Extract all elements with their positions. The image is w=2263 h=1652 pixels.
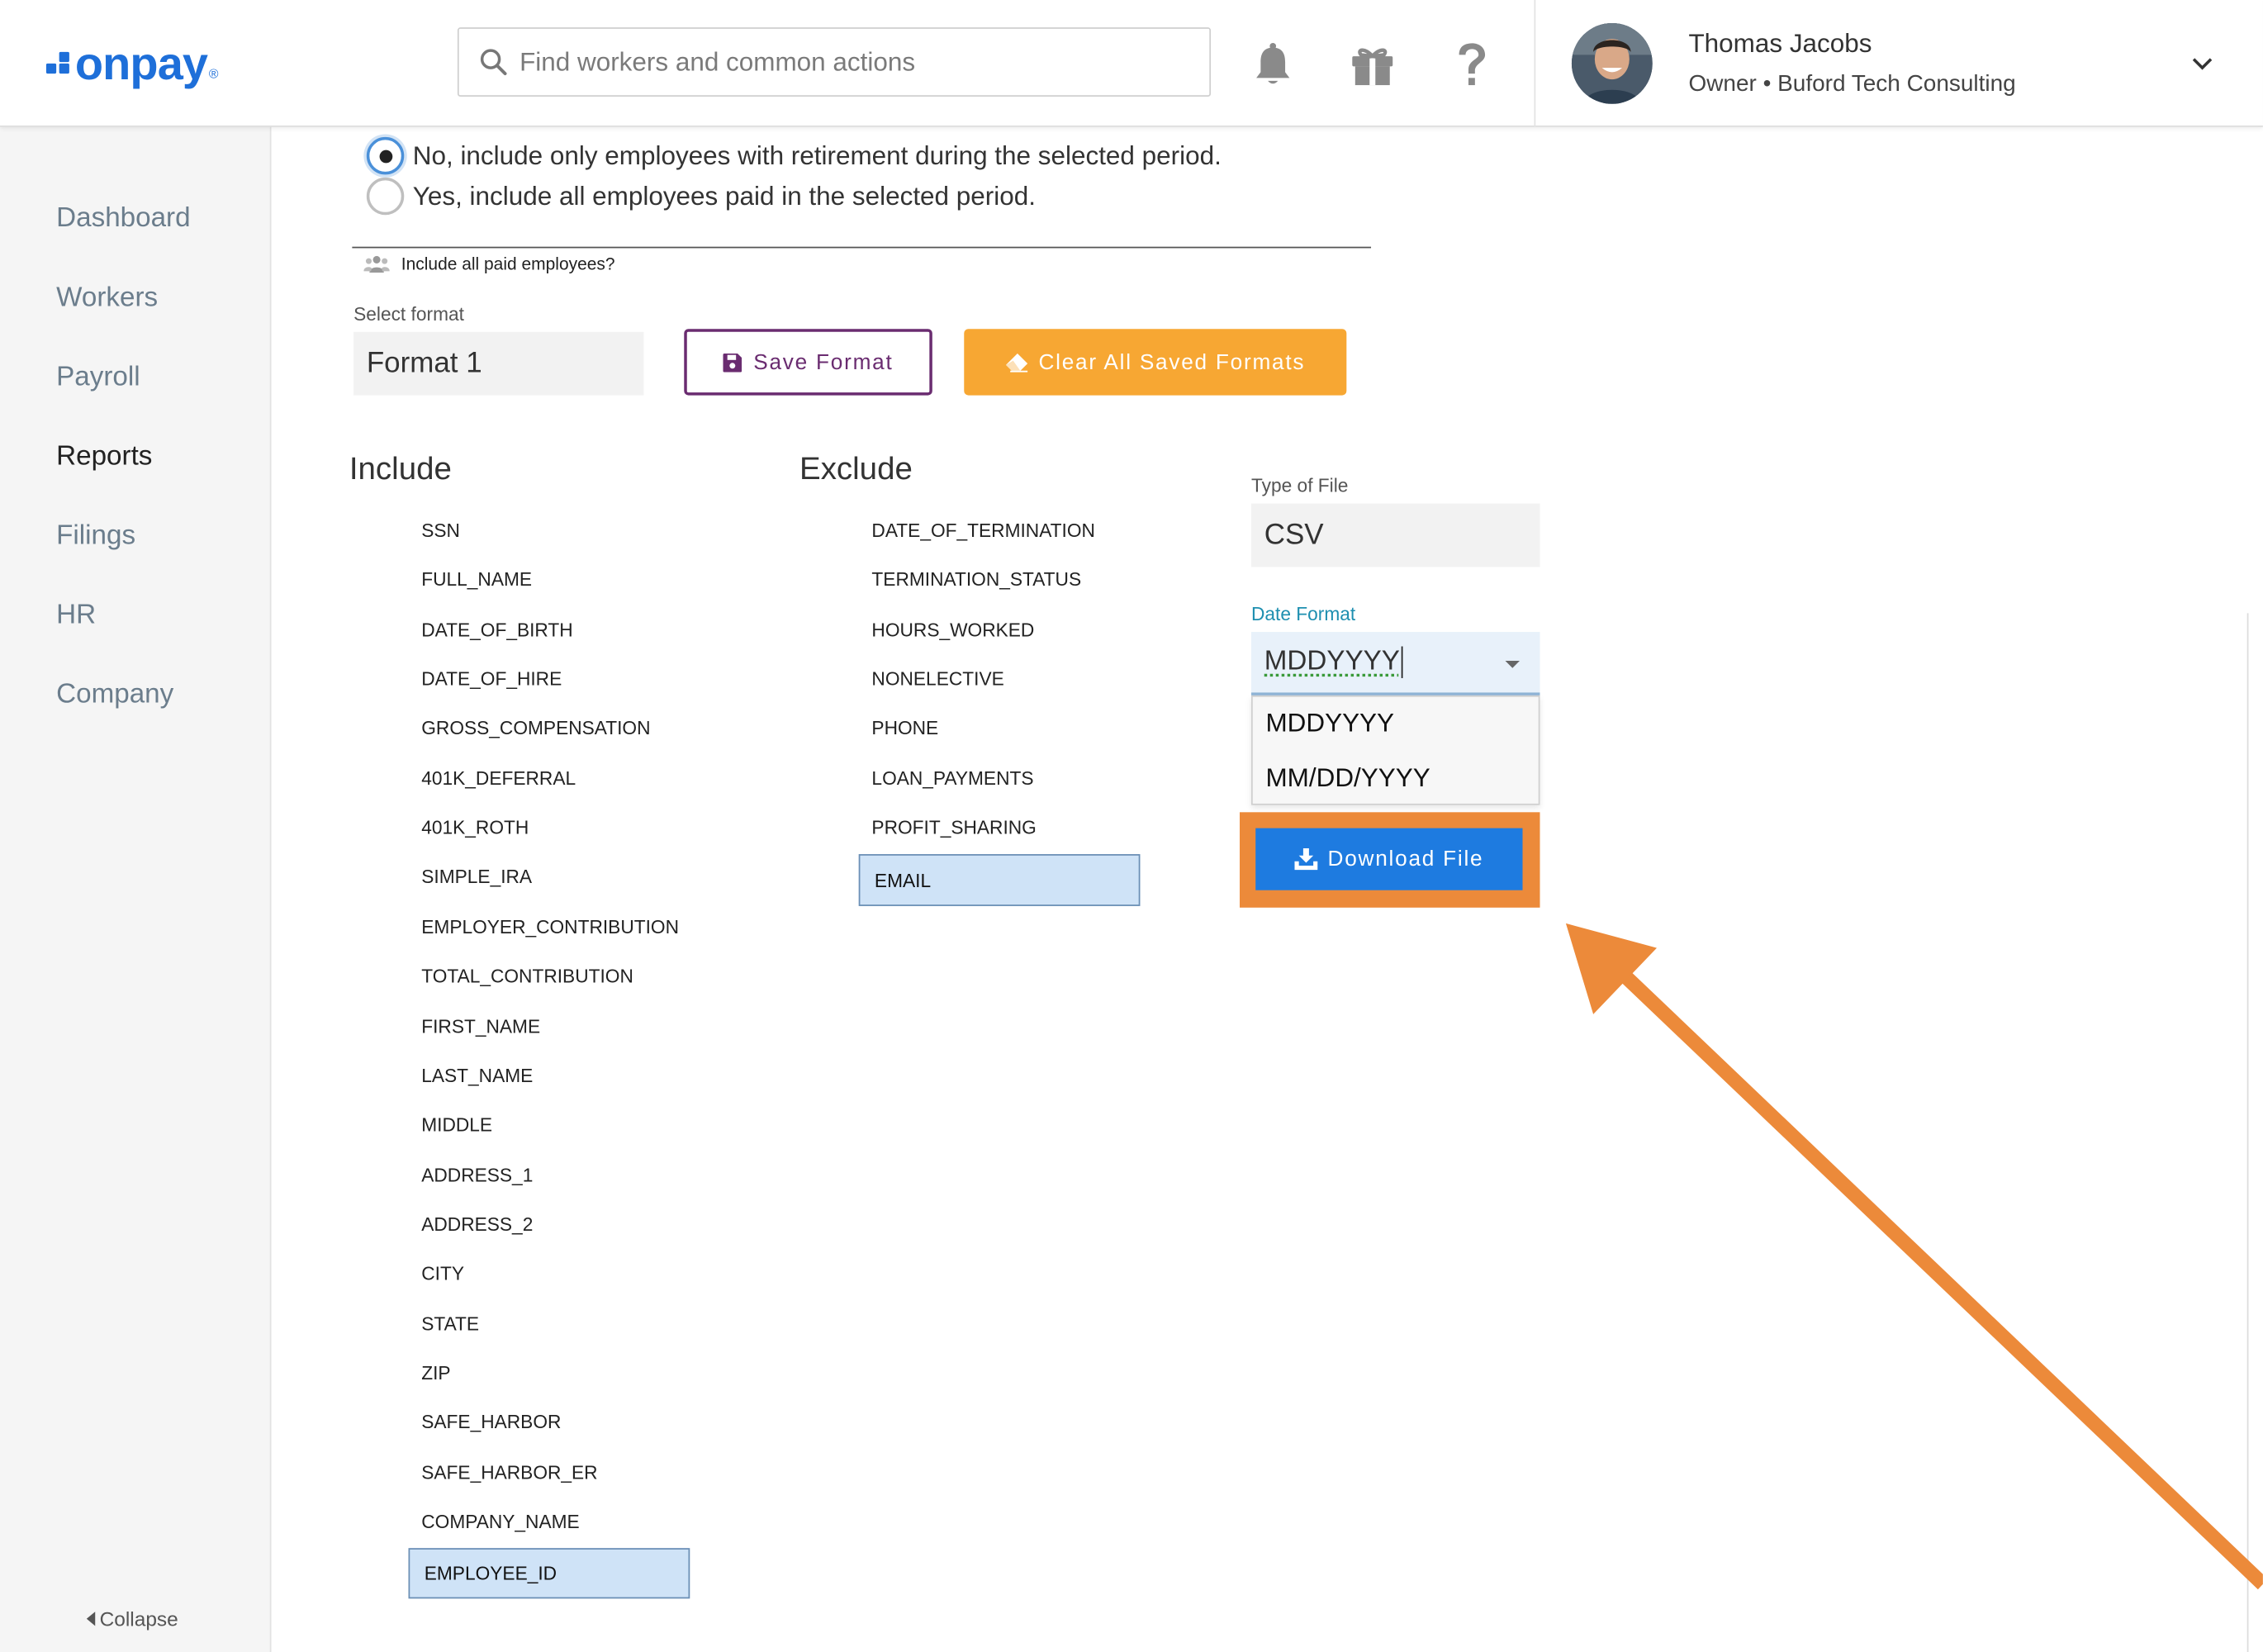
eraser-icon: [1005, 353, 1027, 372]
search-box[interactable]: [457, 27, 1212, 97]
include-item[interactable]: ADDRESS_2: [421, 1210, 533, 1239]
logo-registered-mark: ®: [208, 66, 219, 81]
include-item[interactable]: SAFE_HARBOR_ER: [421, 1458, 597, 1487]
exclude-item[interactable]: LOAN_PAYMENTS: [871, 764, 1033, 793]
include-item[interactable]: CITY: [421, 1260, 464, 1289]
include-item[interactable]: COMPANY_NAME: [421, 1507, 579, 1536]
include-item[interactable]: GROSS_COMPENSATION: [421, 714, 650, 743]
help-icon: [1459, 43, 1486, 86]
sidebar-item-filings[interactable]: Filings: [56, 521, 135, 553]
exclude-item[interactable]: PHONE: [871, 714, 938, 743]
exclude-item[interactable]: TERMINATION_STATUS: [871, 566, 1081, 595]
search-icon: [480, 49, 507, 76]
exclude-item[interactable]: NONELECTIVE: [871, 665, 1003, 694]
sidebar-item-dashboard[interactable]: Dashboard: [56, 203, 190, 235]
download-icon: [1294, 848, 1318, 871]
avatar[interactable]: [1571, 22, 1653, 104]
caret-down-icon: [1505, 660, 1521, 668]
top-header: onpay ® Find workers and common actions …: [0, 0, 2263, 127]
save-format-label: Save Format: [753, 349, 894, 375]
include-item[interactable]: ZIP: [421, 1359, 450, 1388]
include-item[interactable]: DATE_OF_BIRTH: [421, 615, 572, 644]
include-item[interactable]: SIMPLE_IRA: [421, 863, 532, 892]
help-button[interactable]: [1448, 37, 1497, 92]
onpay-logo[interactable]: onpay ®: [45, 35, 219, 93]
radio-no[interactable]: [366, 136, 405, 175]
sidebar-item-company[interactable]: Company: [56, 680, 173, 711]
exclude-item[interactable]: DATE_OF_TERMINATION: [871, 516, 1095, 545]
date-format-select[interactable]: MDDYYYY: [1250, 632, 1540, 695]
bell-icon: [1256, 43, 1290, 84]
include-all-hint: Include all paid employees?: [363, 254, 615, 274]
notifications-button[interactable]: [1249, 37, 1298, 92]
sidebar-item-workers[interactable]: Workers: [56, 282, 158, 314]
people-icon: [363, 255, 390, 273]
sidebar: Dashboard Workers Payroll Reports Filing…: [0, 126, 272, 1652]
include-item[interactable]: DATE_OF_HIRE: [421, 665, 562, 694]
file-type-value: CSV: [1264, 518, 1324, 551]
collapse-label: Collapse: [99, 1607, 178, 1631]
section-divider: [352, 246, 1372, 249]
sidebar-item-hr[interactable]: HR: [56, 601, 96, 632]
exclude-item[interactable]: PROFIT_SHARING: [871, 814, 1036, 843]
date-format-option-mm-dd-yyyy[interactable]: MM/DD/YYYY: [1265, 763, 1430, 794]
format-value: Format 1: [366, 347, 482, 379]
date-format-value: MDDYYYY: [1264, 646, 1400, 677]
select-format-label: Select format: [353, 302, 464, 325]
radio-yes[interactable]: [366, 177, 405, 216]
save-format-button[interactable]: Save Format: [684, 329, 932, 396]
user-photo-icon: [1571, 22, 1653, 104]
radio-no-label: No, include only employees with retireme…: [412, 140, 1222, 170]
gifts-button[interactable]: [1348, 37, 1397, 92]
format-select[interactable]: Format 1: [353, 331, 644, 396]
download-file-label: Download File: [1327, 847, 1484, 872]
clear-formats-label: Clear All Saved Formats: [1038, 349, 1306, 375]
include-item[interactable]: STATE: [421, 1309, 479, 1338]
include-item[interactable]: ADDRESS_1: [421, 1161, 533, 1189]
file-type-label: Type of File: [1250, 474, 1349, 496]
radio-option-yes[interactable]: Yes, include all employees paid in the s…: [366, 177, 1036, 216]
app-window: onpay ® Find workers and common actions …: [0, 0, 2263, 1652]
date-format-option-mddyyyy[interactable]: MDDYYYY: [1265, 709, 1394, 739]
include-item[interactable]: SAFE_HARBOR: [421, 1408, 561, 1437]
include-item[interactable]: 401K_ROTH: [421, 814, 529, 843]
caret-left-icon: [86, 1612, 96, 1626]
include-item[interactable]: MIDDLE: [421, 1111, 492, 1140]
exclude-item[interactable]: HOURS_WORKED: [871, 615, 1034, 644]
radio-yes-label: Yes, include all employees paid in the s…: [412, 181, 1036, 211]
gift-icon: [1352, 48, 1393, 86]
include-item[interactable]: TOTAL_CONTRIBUTION: [421, 962, 633, 991]
include-item[interactable]: LAST_NAME: [421, 1061, 533, 1090]
date-format-label: Date Format: [1250, 603, 1356, 625]
include-title: Include: [349, 449, 452, 487]
user-name[interactable]: Thomas Jacobs: [1688, 29, 1872, 59]
save-icon: [723, 353, 742, 372]
clear-formats-button[interactable]: Clear All Saved Formats: [964, 329, 1347, 396]
include-item[interactable]: SSN: [421, 516, 460, 545]
search-input[interactable]: [519, 46, 1184, 78]
include-item[interactable]: EMPLOYER_CONTRIBUTION: [421, 913, 679, 942]
date-format-dropdown: MDDYYYY MM/DD/YYYY: [1250, 695, 1540, 805]
scrollbar-track[interactable]: [2246, 613, 2249, 1652]
logo-text: onpay: [74, 36, 208, 89]
header-separator: [1534, 0, 1536, 127]
radio-option-no[interactable]: No, include only employees with retireme…: [366, 136, 1222, 175]
chevron-down-icon[interactable]: [2188, 49, 2217, 78]
file-type-select[interactable]: CSV: [1250, 503, 1540, 567]
sidebar-item-reports[interactable]: Reports: [56, 441, 152, 472]
include-item[interactable]: FULL_NAME: [421, 566, 532, 595]
sidebar-item-payroll[interactable]: Payroll: [56, 362, 140, 393]
exclude-title: Exclude: [799, 449, 913, 487]
exclude-selected-item[interactable]: EMAIL: [858, 854, 1141, 906]
include-item[interactable]: FIRST_NAME: [421, 1012, 540, 1041]
user-role: Owner • Buford Tech Consulting: [1688, 72, 2016, 97]
include-selected-item[interactable]: EMPLOYEE_ID: [408, 1548, 690, 1599]
text-cursor: [1401, 646, 1403, 678]
hint-text: Include all paid employees?: [401, 254, 615, 274]
include-item[interactable]: 401K_DEFERRAL: [421, 764, 576, 793]
logo-mark-icon: [45, 51, 72, 75]
collapse-button[interactable]: Collapse: [86, 1607, 178, 1631]
download-file-button[interactable]: Download File: [1255, 828, 1523, 890]
